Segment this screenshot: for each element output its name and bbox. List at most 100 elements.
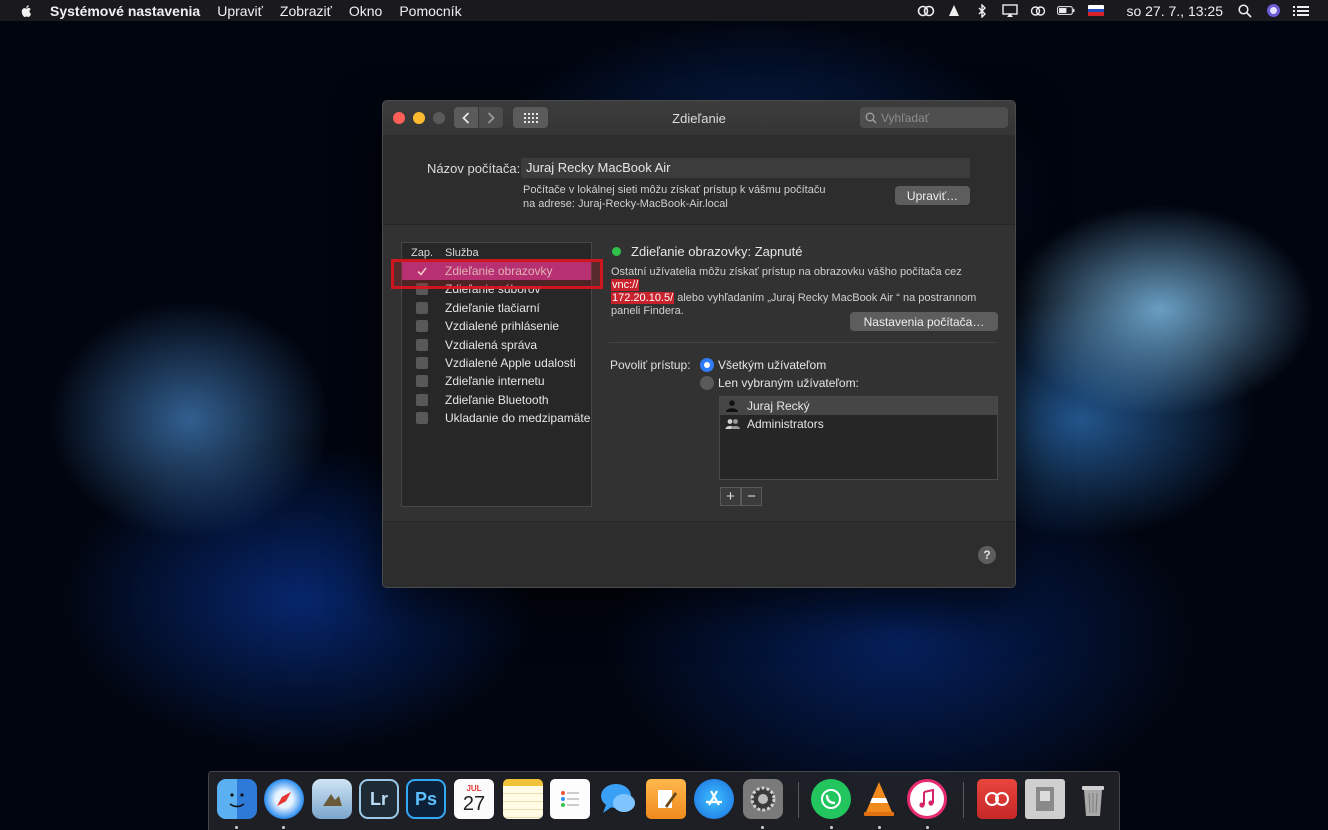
- service-checkbox[interactable]: [416, 320, 428, 333]
- column-service[interactable]: Služba: [445, 247, 479, 259]
- hotspot-icon[interactable]: [1029, 4, 1047, 18]
- notes-icon[interactable]: [503, 779, 543, 819]
- service-label: Vzdialené prihlásenie: [445, 319, 560, 334]
- battery-icon[interactable]: [1057, 4, 1075, 18]
- creative-cloud-folder-icon[interactable]: [977, 779, 1017, 819]
- siri-icon[interactable]: [1264, 4, 1282, 18]
- radio-selected-users[interactable]: [700, 376, 714, 390]
- vnc-address-part-2: 172.20.10.5/: [611, 292, 675, 304]
- service-row-internet-sharing[interactable]: Zdieľanie internetu: [402, 372, 591, 390]
- radio-all-users[interactable]: [700, 358, 714, 372]
- service-row-remote-management[interactable]: Vzdialená správa: [402, 336, 591, 354]
- help-button[interactable]: ?: [978, 546, 996, 564]
- running-indicator: [830, 826, 833, 829]
- service-row-bluetooth-sharing[interactable]: Zdieľanie Bluetooth: [402, 391, 591, 409]
- safari-icon[interactable]: [264, 779, 304, 819]
- service-row-remote-login[interactable]: Vzdialené prihlásenie: [402, 317, 591, 335]
- service-row-remote-apple-events[interactable]: Vzdialené Apple udalosti: [402, 354, 591, 372]
- finder-icon[interactable]: [217, 779, 257, 819]
- service-label: Vzdialené Apple udalosti: [445, 355, 576, 370]
- service-label: Zdieľanie Bluetooth: [445, 392, 549, 407]
- address-note-line-2: na adrese: Juraj-Recky-MacBook-Air.local: [523, 198, 728, 210]
- service-label: Vzdialená správa: [445, 337, 538, 352]
- service-checkbox[interactable]: [416, 412, 428, 425]
- photoshop-icon[interactable]: Ps: [406, 779, 446, 819]
- lightroom-label: Lr: [370, 788, 388, 809]
- notification-center-icon[interactable]: [1292, 4, 1310, 18]
- whatsapp-icon[interactable]: [811, 779, 851, 819]
- dock-separator: [798, 782, 799, 818]
- service-label: Zdieľanie internetu: [445, 374, 545, 389]
- edit-button[interactable]: Upraviť…: [895, 186, 970, 205]
- computer-name-label: Názov počítača:: [427, 161, 521, 176]
- system-preferences-icon[interactable]: [743, 779, 783, 819]
- add-user-button[interactable]: +: [720, 487, 741, 506]
- menu-help[interactable]: Pomocník: [399, 3, 461, 19]
- service-row-printer-sharing[interactable]: Zdieľanie tlačiarní: [402, 299, 591, 317]
- service-checkbox[interactable]: [416, 301, 428, 314]
- service-checkbox[interactable]: [416, 338, 428, 351]
- preview-icon[interactable]: [312, 779, 352, 819]
- user-icon: [726, 400, 738, 412]
- vlc-status-icon[interactable]: [945, 4, 963, 18]
- window-footer: ?: [383, 521, 1015, 587]
- menu-bar: Systémové nastavenia Upraviť Zobraziť Ok…: [0, 0, 1328, 21]
- computer-name-field[interactable]: Juraj Recky MacBook Air: [521, 158, 970, 178]
- radio-all-users-label[interactable]: Všetkým užívateľom: [718, 358, 826, 372]
- spotlight-search-icon[interactable]: [1236, 3, 1254, 18]
- access-note-prefix: Ostatní užívatelia môžu získať prístup n…: [611, 266, 962, 278]
- status-indicator-icon: [612, 247, 621, 256]
- input-source-flag-icon[interactable]: [1088, 5, 1105, 16]
- service-checkbox[interactable]: [416, 375, 428, 388]
- trash-icon[interactable]: [1073, 779, 1113, 819]
- documents-stack-icon[interactable]: [1025, 779, 1065, 819]
- service-checkbox[interactable]: [416, 356, 428, 369]
- service-checkbox[interactable]: [416, 393, 428, 406]
- search-field[interactable]: Vyhľadať: [860, 107, 1008, 128]
- title-bar[interactable]: Zdieľanie Vyhľadať: [383, 101, 1015, 135]
- column-on[interactable]: Zap.: [411, 247, 433, 259]
- running-indicator: [878, 826, 881, 829]
- menu-view[interactable]: Zobraziť: [280, 3, 332, 19]
- app-store-icon[interactable]: [694, 779, 734, 819]
- bluetooth-icon[interactable]: [973, 3, 991, 18]
- sharing-window: Zdieľanie Vyhľadať Názov počítača: Juraj…: [382, 100, 1016, 588]
- remove-user-button[interactable]: −: [741, 487, 762, 506]
- user-row[interactable]: Administrators: [720, 415, 997, 433]
- menu-edit[interactable]: Upraviť: [217, 3, 263, 19]
- running-indicator: [282, 826, 285, 829]
- user-name: Juraj Recký: [747, 399, 810, 413]
- radio-selected-users-label[interactable]: Len vybraným užívateľom:: [718, 376, 859, 390]
- messages-icon[interactable]: [598, 779, 638, 819]
- running-indicator: [235, 826, 238, 829]
- dock-separator: [963, 782, 964, 818]
- vlc-icon[interactable]: [859, 779, 899, 819]
- reminders-icon[interactable]: [550, 779, 590, 819]
- allow-access-label: Povoliť prístup:: [610, 358, 691, 372]
- annotation-highlight: [391, 259, 603, 289]
- address-note-line-1: Počítače v lokálnej sieti môžu získať pr…: [523, 184, 826, 196]
- service-label: Zdieľanie tlačiarní: [445, 300, 540, 315]
- group-icon: [725, 419, 740, 429]
- menu-clock[interactable]: so 27. 7., 13:25: [1126, 3, 1223, 19]
- apple-menu-icon[interactable]: [18, 4, 36, 18]
- computer-settings-button[interactable]: Nastavenia počítača…: [850, 312, 998, 331]
- app-name-menu[interactable]: Systémové nastavenia: [50, 3, 200, 19]
- local-address-note: Počítače v lokálnej sieti môžu získať pr…: [523, 183, 853, 211]
- pages-icon[interactable]: [646, 779, 686, 819]
- itunes-icon[interactable]: [907, 779, 947, 819]
- running-indicator: [926, 826, 929, 829]
- creative-cloud-icon[interactable]: [917, 4, 935, 18]
- lightroom-icon[interactable]: Lr: [359, 779, 399, 819]
- calendar-day: 27: [462, 792, 486, 815]
- calendar-icon[interactable]: JUL 27: [454, 779, 494, 819]
- search-icon: [865, 112, 877, 123]
- menu-window[interactable]: Okno: [349, 3, 382, 19]
- running-indicator: [761, 826, 764, 829]
- user-row[interactable]: Juraj Recký: [720, 397, 997, 415]
- vnc-access-note: Ostatní užívatelia môžu získať prístup n…: [611, 266, 993, 318]
- service-label: Ukladanie do medzipamäte: [445, 411, 591, 426]
- photoshop-label: Ps: [414, 788, 438, 809]
- service-row-content-caching[interactable]: Ukladanie do medzipamäte: [402, 409, 591, 427]
- airplay-icon[interactable]: [1001, 3, 1019, 18]
